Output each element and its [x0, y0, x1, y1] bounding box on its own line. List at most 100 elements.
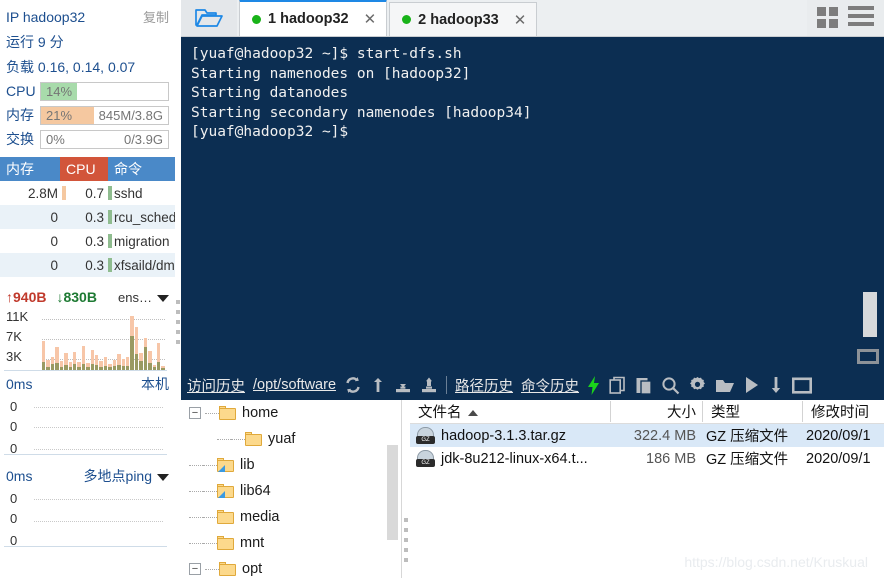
network-interface-select[interactable]: ens… [118, 290, 169, 305]
file-row[interactable]: GZ jdk-8u212-linux-x64.t... 186 MB GZ 压缩文件 2… [410, 447, 884, 470]
current-path-label[interactable]: /opt/software [253, 377, 336, 393]
copy-button[interactable]: 复制 [143, 7, 169, 26]
network-bar [64, 353, 68, 370]
upload-icon[interactable] [420, 376, 438, 394]
network-bar-down [77, 367, 81, 370]
window-icon[interactable] [792, 376, 813, 394]
expand-toggle[interactable]: − [189, 407, 201, 419]
file-name-cell: GZ hadoop-3.1.3.tar.gz [410, 427, 610, 444]
ping-multi-select[interactable]: 多地点ping [84, 466, 169, 486]
network-bar-down [46, 366, 50, 370]
y-tick: 7K [6, 329, 22, 344]
col-header-modified[interactable]: 修改时间 [802, 401, 884, 422]
directory-tree[interactable]: − home yuaf lib lib64 media mnt − opt [181, 400, 402, 578]
process-table-header: 内存 CPU 命令 [0, 157, 175, 181]
download-icon[interactable] [394, 376, 412, 394]
tree-node-lib[interactable]: lib [181, 452, 401, 478]
tab-1[interactable]: 1 hadoop32 ✕ [239, 0, 388, 36]
meter-percent: 14% [46, 83, 73, 99]
network-bar [95, 354, 99, 370]
network-bar [103, 356, 108, 370]
close-icon[interactable]: ✕ [356, 10, 377, 28]
file-list[interactable]: 文件名 大小 类型 修改时间 GZ hadoop-3.1.3.tar.gz 322.… [410, 400, 884, 578]
meter-label: 内存 [6, 107, 34, 123]
tree-connector [203, 542, 217, 544]
network-bar-down [130, 335, 134, 370]
tree-scrollbar-thumb[interactable] [387, 445, 398, 540]
close-icon[interactable]: ✕ [506, 11, 527, 29]
tree-node-opt[interactable]: − opt [181, 556, 401, 578]
tree-node-label: lib [240, 457, 255, 473]
col-header-filename[interactable]: 文件名 [410, 401, 610, 422]
file-row[interactable]: GZ hadoop-3.1.3.tar.gz 322.4 MB GZ 压缩文件 2020… [410, 424, 884, 447]
process-cpu: 0.7 [85, 185, 104, 201]
network-bar-down [139, 361, 143, 370]
process-row[interactable]: 0 0.3 rcu_sched [0, 205, 175, 229]
open-folder-icon[interactable] [181, 0, 237, 36]
y-tick: 3K [6, 349, 22, 364]
col-header-memory[interactable]: 内存 [0, 157, 60, 181]
tab-2[interactable]: 2 hadoop33 ✕ [389, 2, 538, 36]
visit-history-button[interactable]: 访问历史 [187, 375, 245, 396]
col-header-type[interactable]: 类型 [702, 401, 802, 422]
process-row[interactable]: 0 0.3 xfsaild/dm [0, 253, 175, 277]
gz-archive-icon: GZ [416, 427, 435, 444]
network-bar-down [81, 363, 86, 370]
process-row[interactable]: 0 0.3 migration [0, 229, 175, 253]
col-header-command[interactable]: 命令 [108, 157, 175, 181]
col-header-cpu[interactable]: CPU [60, 157, 108, 181]
network-bar-down [72, 364, 77, 370]
network-bar [90, 349, 95, 370]
tree-node-media[interactable]: media [181, 504, 401, 530]
path-history-button[interactable]: 路径历史 [455, 375, 513, 396]
refresh-icon[interactable] [344, 376, 362, 394]
network-bar [68, 361, 72, 370]
meter-amount: 0/3.9G [123, 131, 163, 147]
copy-icon[interactable] [609, 376, 627, 395]
list-view-icon[interactable] [848, 5, 874, 30]
terminal-scrollbar-thumb[interactable] [863, 292, 877, 337]
network-bar [86, 363, 90, 370]
col-header-size[interactable]: 大小 [610, 401, 702, 422]
file-browser-splitter[interactable] [402, 400, 410, 578]
tree-node-mnt[interactable]: mnt [181, 530, 401, 556]
network-bar-down [68, 366, 72, 370]
terminal-output[interactable]: [yuaf@hadoop32 ~]$ start-dfs.sh Starting… [181, 37, 884, 370]
lightning-icon[interactable] [587, 375, 601, 395]
command-history-button[interactable]: 命令历史 [521, 375, 579, 396]
tree-node-yuaf[interactable]: yuaf [181, 426, 401, 452]
resource-meters: CPU 14% 内存 21% 845M/3.8G 交换 0% 0/3.9G [0, 79, 175, 151]
load-label: 负载 0.16, 0.14, 0.07 [6, 58, 136, 75]
expand-toggle[interactable]: − [189, 563, 201, 575]
network-bar [121, 358, 126, 370]
file-size: 322.4 MB [633, 427, 696, 444]
grid-view-icon[interactable] [817, 7, 838, 28]
memory-bar [62, 210, 66, 224]
upload-arrow-icon[interactable] [370, 376, 386, 394]
tree-node-lib64[interactable]: lib64 [181, 478, 401, 504]
process-cpu: 0.3 [85, 257, 104, 273]
network-chart-y-axis: 11K 7K 3K [6, 309, 38, 369]
tabs-holder: 1 hadoop32 ✕ 2 hadoop33 ✕ [237, 0, 538, 36]
search-icon[interactable] [661, 376, 680, 395]
meter-row-交换: 交换 0% 0/3.9G [0, 127, 175, 151]
tab-label: 1 hadoop32 [268, 11, 349, 27]
network-bar-down [121, 366, 126, 370]
file-browser: − home yuaf lib lib64 media mnt − opt 文件名 大小 类型 … [181, 400, 884, 578]
play-icon[interactable] [743, 376, 760, 394]
tree-node-home[interactable]: − home [181, 400, 401, 426]
folder-icon [217, 536, 234, 550]
network-bar [46, 359, 50, 370]
download-arrow-icon[interactable] [768, 376, 784, 394]
process-row[interactable]: 2.8M 0.7 sshd [0, 181, 175, 205]
sort-ascending-icon [467, 410, 478, 417]
meter-bar: 0% 0/3.9G [40, 129, 169, 149]
network-upload-rate: ↑940B [6, 289, 47, 305]
folder-icon[interactable] [715, 377, 735, 394]
network-bar-down [108, 367, 112, 370]
window-restore-icon[interactable] [857, 349, 879, 364]
network-bars [42, 313, 165, 370]
meter-percent: 0% [46, 131, 65, 147]
paste-icon[interactable] [635, 376, 653, 395]
gear-icon[interactable] [688, 376, 707, 395]
